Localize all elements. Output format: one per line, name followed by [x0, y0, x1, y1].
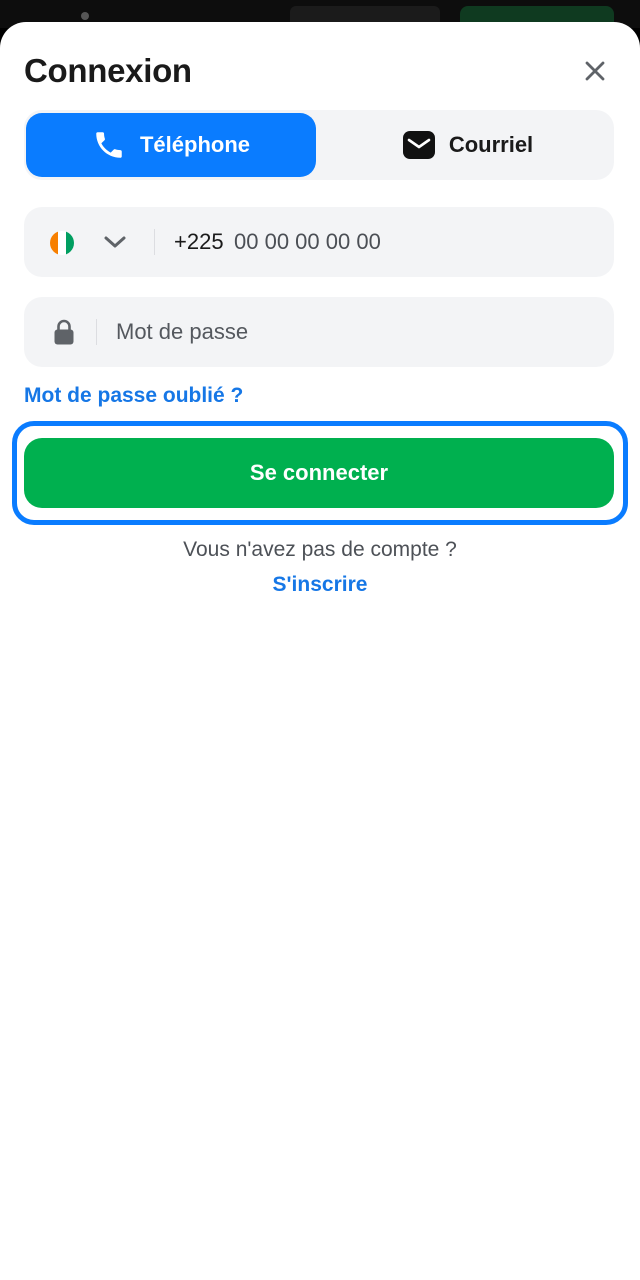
divider [154, 229, 155, 255]
tab-courriel[interactable]: Courriel [324, 113, 612, 177]
ivory-coast-flag-icon[interactable] [50, 231, 74, 255]
divider [96, 319, 97, 345]
background-dot [81, 12, 89, 20]
country-dropdown-button[interactable] [102, 232, 128, 252]
lock-icon [54, 319, 74, 345]
password-input[interactable] [116, 313, 586, 351]
mail-icon [402, 131, 435, 159]
phone-prefix: +225 [174, 229, 224, 254]
close-button[interactable] [578, 54, 612, 88]
no-account-text: Vous n'avez pas de compte ? [183, 538, 457, 561]
phone-icon [96, 132, 122, 158]
forgot-password-link[interactable]: Mot de passe oublié ? [24, 384, 243, 408]
tab-courriel-label: Courriel [448, 132, 534, 157]
login-sheet: Connexion Téléphone Courriel +225 00 00 … [0, 22, 640, 1280]
tab-telephone[interactable]: Téléphone [26, 113, 316, 177]
page-title: Connexion [24, 52, 192, 89]
chevron-down-icon [104, 236, 126, 248]
login-method-tabs: Téléphone Courriel [24, 110, 614, 180]
phone-input[interactable] [234, 223, 594, 261]
password-field [24, 297, 614, 367]
close-icon [585, 61, 605, 81]
tab-telephone-label: Téléphone [139, 132, 250, 157]
phone-field: +225 [24, 207, 614, 277]
signup-link[interactable]: S'inscrire [0, 573, 640, 597]
login-button[interactable]: Se connecter [24, 438, 614, 508]
